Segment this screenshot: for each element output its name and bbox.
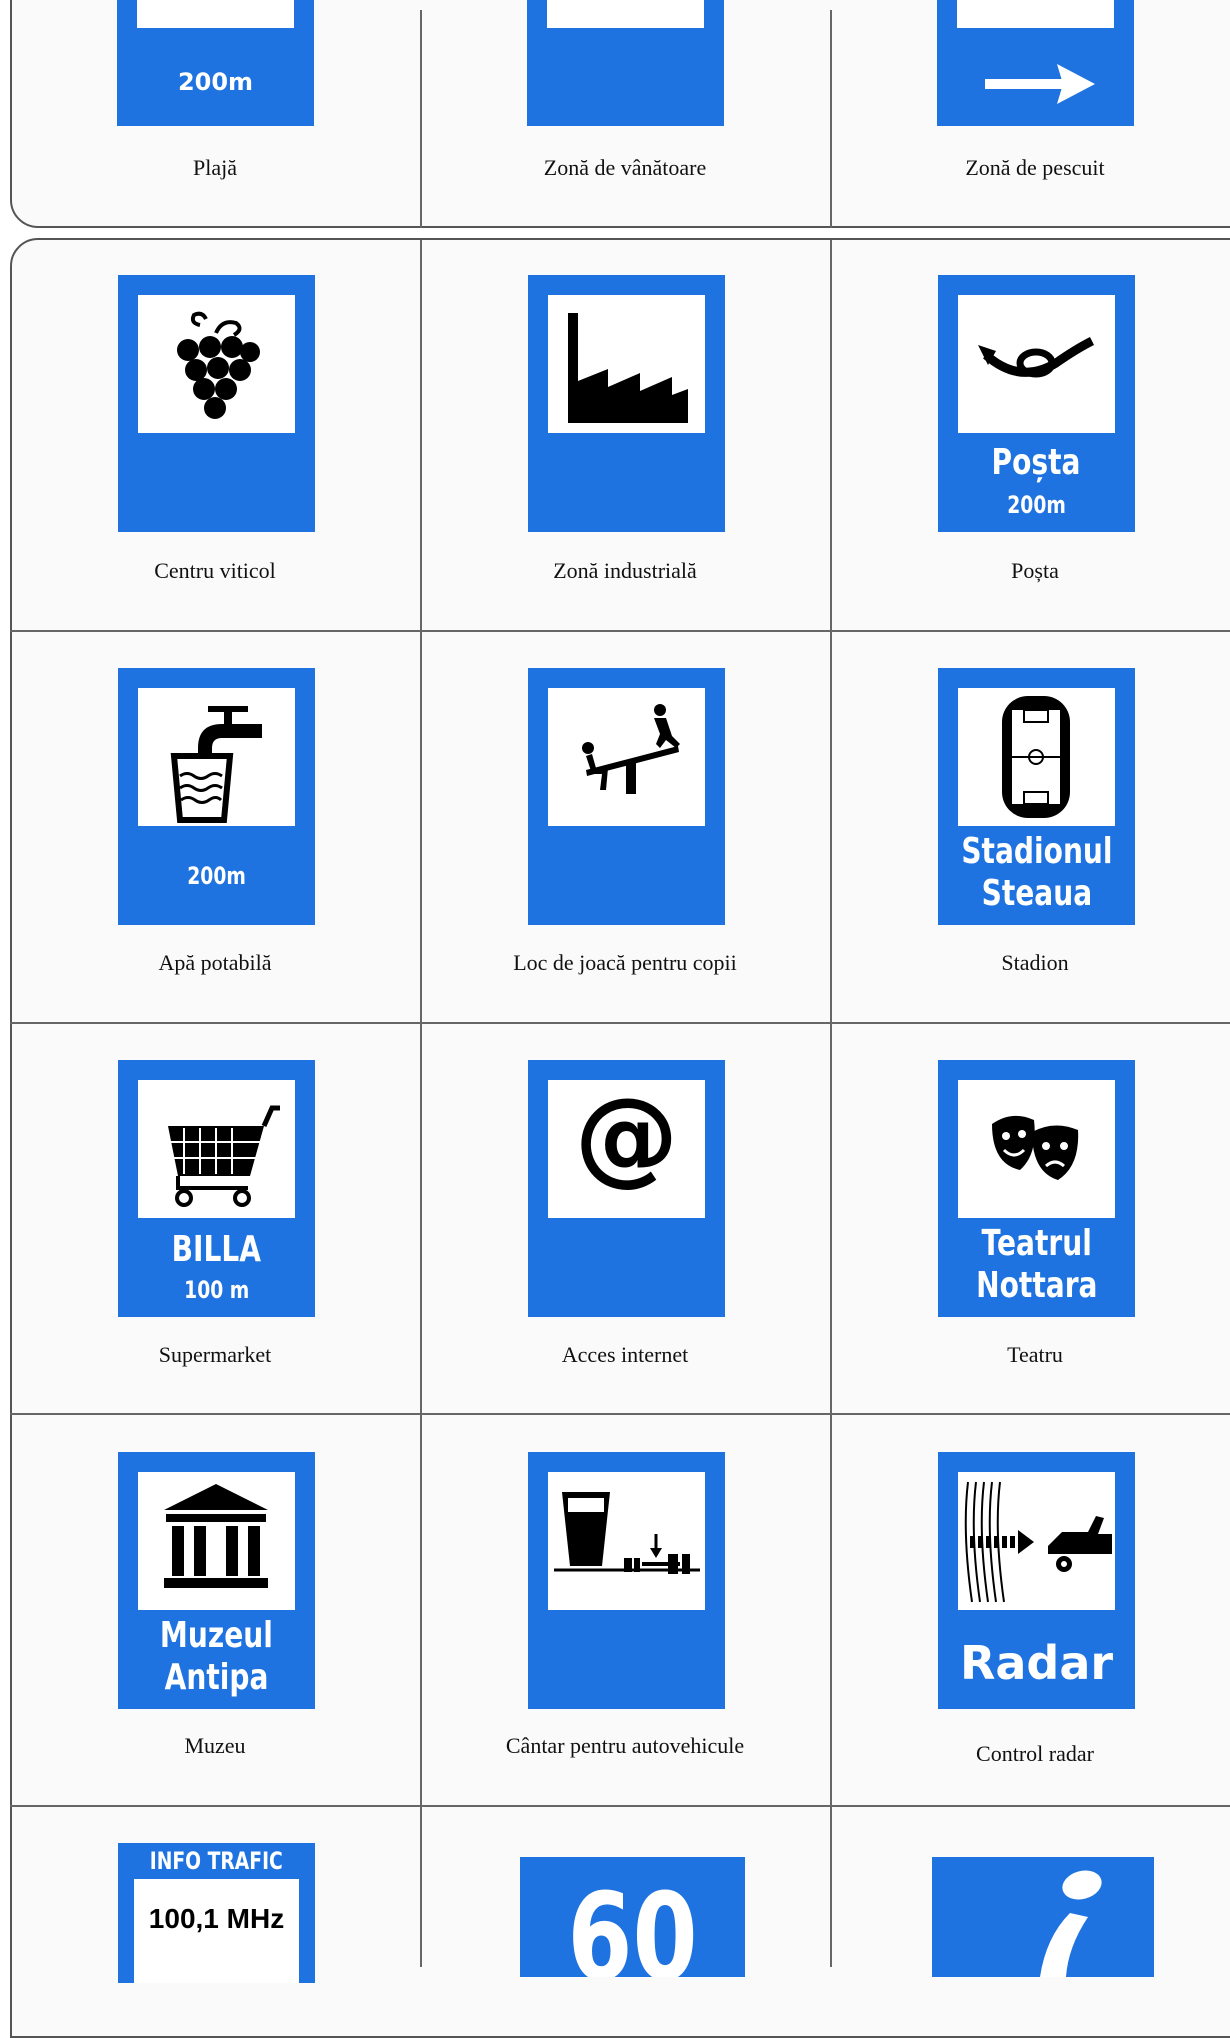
sign-cell-radar: Radar Control radar xyxy=(830,1415,1230,1805)
hunting-zone-sign xyxy=(527,0,724,126)
museum-sign: Muzeul Antipa xyxy=(118,1452,315,1709)
sign-label: BILLA xyxy=(171,1229,262,1270)
sign-cell-hunting: Zonă de vânătoare xyxy=(420,0,830,228)
museum-icon xyxy=(164,1484,268,1588)
post-horn-icon xyxy=(978,336,1095,378)
sign-pictogram xyxy=(138,295,295,433)
sign-cell-beach: 200m Plajă xyxy=(10,0,420,228)
sign-caption: Acces internet xyxy=(561,1342,689,1367)
sign-pictogram xyxy=(548,1472,705,1610)
stadium-icon xyxy=(1002,696,1070,818)
sign-pictogram xyxy=(958,1472,1115,1610)
sign-distance: 100 m xyxy=(183,1276,250,1304)
sign-pictogram xyxy=(138,1472,295,1610)
seesaw-icon xyxy=(582,704,680,794)
sign-pictogram xyxy=(138,1080,295,1218)
sign-pictogram xyxy=(548,688,705,826)
sign-cell-scale: Cântar pentru autovehicule xyxy=(420,1415,830,1805)
sign-caption: Muzeu xyxy=(184,1733,246,1758)
information-sign xyxy=(932,1857,1154,1977)
speed-sign: 60 xyxy=(520,1857,745,1977)
sign-cell-playground: Loc de joacă pentru copii xyxy=(420,632,830,1022)
sign-cell-theatre: Teatrul Nottara Teatru xyxy=(830,1024,1230,1414)
sign-cell-supermarket: BILLA 100 m Supermarket xyxy=(10,1024,420,1414)
sign-cell-speed: 60 xyxy=(420,1807,830,1977)
traffic-info-radio-sign: INFO TRAFIC 100,1 MHz xyxy=(118,1843,315,1983)
sign-pictogram xyxy=(958,1080,1115,1218)
sign-pictogram xyxy=(138,688,295,826)
sign-caption: Centru viticol xyxy=(154,558,276,583)
frequency-label: 100,1 MHz xyxy=(148,1903,285,1934)
sign-caption: Teatru xyxy=(1007,1342,1063,1367)
sign-cell-info xyxy=(830,1807,1230,1977)
playground-sign xyxy=(528,668,725,925)
sign-cell-traffic-info: INFO TRAFIC 100,1 MHz xyxy=(10,1807,420,1983)
sign-pictogram xyxy=(548,295,705,433)
vehicle-scale-sign xyxy=(528,1452,725,1709)
sign-label: Teatrul xyxy=(981,1223,1092,1264)
sign-caption: Apă potabilă xyxy=(158,950,272,975)
fishing-zone-sign xyxy=(937,0,1134,126)
beach-pictogram xyxy=(137,0,294,28)
sign-caption: Zonă de vânătoare xyxy=(543,155,707,180)
theater-masks-icon xyxy=(992,1115,1079,1180)
supermarket-sign: BILLA 100 m xyxy=(118,1060,315,1317)
stadium-sign: Stadionul Steaua xyxy=(938,668,1135,925)
sign-cell-internet: @ Acces internet xyxy=(420,1024,830,1414)
radar-control-sign: Radar xyxy=(938,1452,1135,1709)
sign-caption: Plajă xyxy=(193,155,237,180)
hunting-pictogram xyxy=(547,0,704,28)
sign-cell-museum: Muzeul Antipa Muzeu xyxy=(10,1415,420,1805)
sign-cell-industrial: Zonă industrială xyxy=(420,240,830,630)
info-i-icon xyxy=(1040,1870,1102,1977)
speed-value: 60 xyxy=(567,1869,698,1978)
sign-label: INFO TRAFIC xyxy=(149,1847,284,1875)
sign-label: Stadionul xyxy=(960,831,1113,872)
sign-cell-wine: Centru viticol xyxy=(10,240,420,630)
sign-pictogram xyxy=(958,688,1115,826)
industrial-zone-sign xyxy=(528,275,725,532)
sign-caption: Zonă industrială xyxy=(553,558,697,583)
sign-label: Radar xyxy=(959,1636,1114,1690)
theatre-sign: Teatrul Nottara xyxy=(938,1060,1135,1317)
water-tap-icon xyxy=(170,706,262,823)
wine-center-sign xyxy=(118,275,315,532)
arrow-right-icon xyxy=(985,64,1095,104)
sign-cell-water: 200m Apă potabilă xyxy=(10,632,420,1022)
sign-cell-post: Poșta 200m Poșta xyxy=(830,240,1230,630)
sign-pictogram xyxy=(958,295,1115,433)
sign-label: Muzeul xyxy=(160,1615,273,1656)
sign-caption: Zonă de pescuit xyxy=(965,155,1105,180)
sign-caption: Control radar xyxy=(976,1741,1094,1766)
factory-icon xyxy=(568,313,688,423)
sign-distance: 200m xyxy=(187,862,246,890)
sign-cell-fishing: Zonă de pescuit xyxy=(830,0,1230,228)
post-office-sign: Poșta 200m xyxy=(938,275,1135,532)
sign-label: Antipa xyxy=(164,1657,269,1698)
sign-label: Poșta xyxy=(992,442,1081,483)
sign-label: Nottara xyxy=(975,1265,1098,1306)
sign-caption: Cântar pentru autovehicule xyxy=(505,1733,745,1758)
at-sign-icon: @ xyxy=(574,1075,679,1197)
drinking-water-sign: 200m xyxy=(118,668,315,925)
sign-distance: 200m xyxy=(1007,491,1066,519)
fishing-pictogram xyxy=(957,0,1114,28)
sign-caption: Stadion xyxy=(1001,950,1069,975)
sign-pictogram: @ xyxy=(548,1080,705,1218)
sign-caption: Loc de joacă pentru copii xyxy=(513,950,737,975)
shopping-cart-icon xyxy=(168,1105,280,1207)
sign-label: Steaua xyxy=(981,873,1092,914)
vehicle-scale-icon xyxy=(554,1492,700,1574)
beach-sign: 200m xyxy=(117,0,314,126)
sign-distance: 200m xyxy=(177,68,254,96)
sign-pictogram: 100,1 MHz xyxy=(134,1879,299,1983)
radar-car-icon xyxy=(964,1481,1112,1603)
sign-caption: Supermarket xyxy=(158,1342,272,1367)
internet-access-sign: @ xyxy=(528,1060,725,1317)
sign-caption: Poșta xyxy=(1011,558,1059,583)
grapes-icon xyxy=(177,311,260,419)
sign-cell-stadium: Stadionul Steaua Stadion xyxy=(830,632,1230,1022)
